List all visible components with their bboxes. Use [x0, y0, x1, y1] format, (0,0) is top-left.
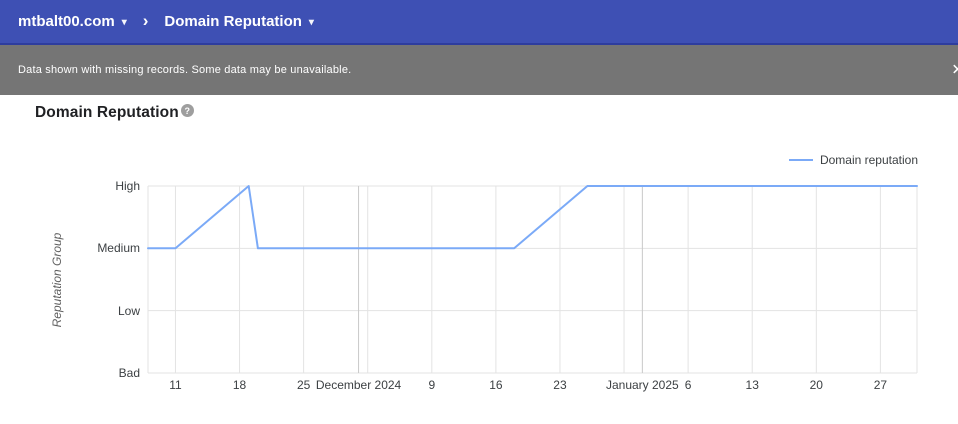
close-icon: ✕ [951, 61, 958, 79]
back-chevron-icon[interactable]: ‹ [0, 12, 1, 32]
gridlines [147, 185, 918, 374]
y-axis-tick-label: Medium [97, 241, 140, 256]
breadcrumb-page[interactable]: Domain Reputation ▾ [164, 13, 314, 30]
x-axis-tick-label: 6 [684, 378, 692, 392]
x-axis-tick-label: 11 [169, 378, 182, 392]
series-domain-reputation[interactable] [147, 185, 918, 250]
x-axis-tick-label: 18 [232, 378, 247, 392]
x-axis-month-label: December 2024 [315, 378, 402, 392]
page-title: Domain Reputation [35, 104, 179, 121]
x-axis-tick-label: 20 [809, 378, 823, 392]
chevron-down-icon: ▾ [121, 17, 127, 28]
banner-message: Data shown with missing records. Some da… [18, 64, 352, 76]
page-label: Domain Reputation [164, 13, 302, 30]
x-axis-tick-label: 27 [873, 378, 888, 392]
x-axis-tick-label: 25 [296, 378, 311, 392]
chart-legend: Domain reputation [788, 153, 918, 167]
section-title-row: Domain Reputation ? [35, 104, 194, 122]
help-icon[interactable]: ? [180, 104, 194, 117]
x-axis-tick-label: 16 [489, 378, 503, 392]
legend-line [788, 159, 813, 161]
y-axis-tick-label: Low [117, 303, 140, 318]
x-axis-month-label: January 2025 [605, 378, 679, 392]
breadcrumb-separator-icon: › [142, 10, 149, 30]
x-axis-tick-label: 13 [745, 378, 759, 392]
chevron-down-icon: ▾ [308, 17, 314, 28]
x-axis-tick-label: 23 [553, 378, 567, 392]
app-header: ‹ mtbalt00.com ▾ › Domain Reputation ▾ [0, 0, 958, 45]
legend-label: Domain reputation [819, 153, 918, 167]
domain-label: mtbalt00.com [18, 13, 115, 30]
x-axis-tick-label: 9 [428, 378, 436, 392]
y-axis-tick-label: Bad [118, 366, 140, 380]
notice-banner: Data shown with missing records. Some da… [0, 45, 958, 95]
banner-close-button[interactable]: ✕ [951, 63, 958, 78]
y-axis-tick-label: High [115, 179, 140, 193]
breadcrumb-domain[interactable]: mtbalt00.com ▾ [18, 13, 127, 30]
